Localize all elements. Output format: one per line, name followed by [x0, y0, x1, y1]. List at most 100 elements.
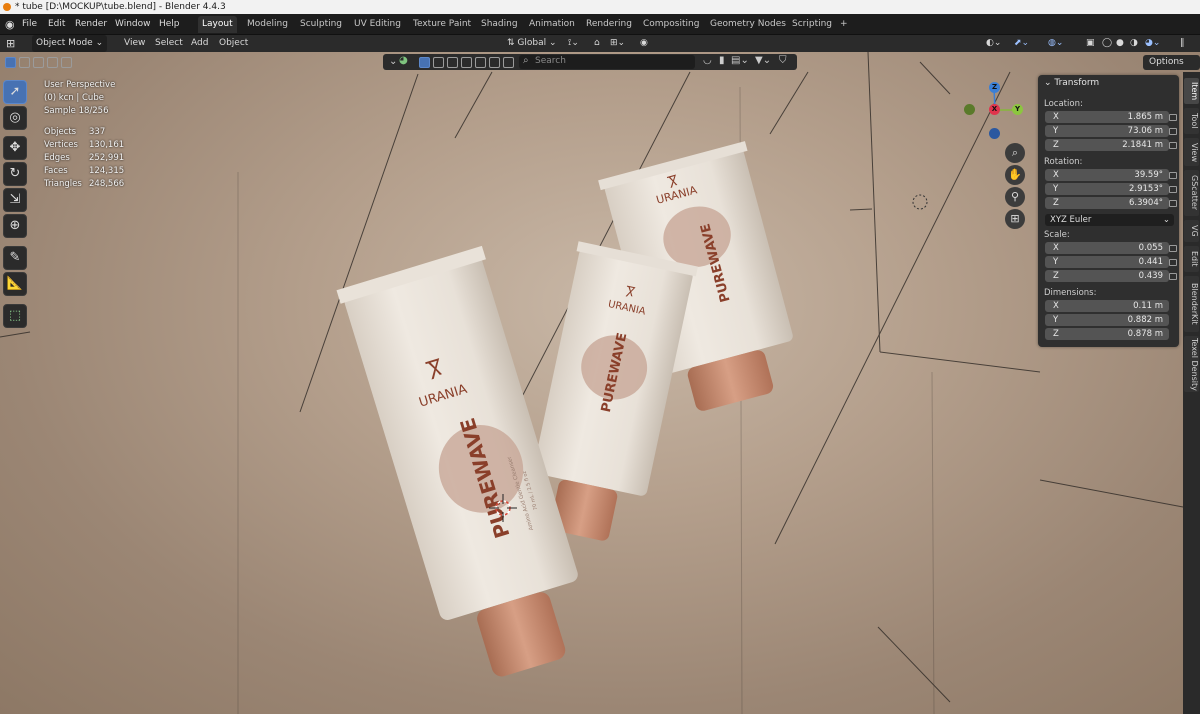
grid-view-icon[interactable]: ⊞: [1005, 209, 1025, 229]
rotate-tool-icon[interactable]: ↻: [3, 162, 27, 186]
dimensions-x-field[interactable]: X 0.11 m: [1045, 300, 1169, 312]
light-gizmo-icon[interactable]: [912, 194, 928, 210]
sidebar-tab-view[interactable]: View: [1184, 138, 1199, 166]
menu-object[interactable]: Object: [219, 35, 248, 52]
filter-other-icon[interactable]: [489, 57, 500, 68]
lock-location-x-icon[interactable]: [1169, 114, 1177, 121]
sidebar-tab-blenderkit[interactable]: BlenderKit: [1184, 276, 1199, 332]
filter-empty-icon[interactable]: [475, 57, 486, 68]
collapse-icon[interactable]: ⌄: [389, 56, 397, 67]
snap-target-icon[interactable]: ⊞⌄: [610, 35, 625, 52]
proportional-edit-icon[interactable]: ◉: [640, 35, 648, 52]
shading-material-icon[interactable]: ◑: [1130, 35, 1138, 52]
shading-rendered-icon[interactable]: ◕⌄: [1145, 35, 1160, 52]
tab-geometry-nodes[interactable]: Geometry Nodes: [706, 16, 790, 33]
search-input[interactable]: ⌕ Search: [519, 55, 695, 69]
camera-view-icon[interactable]: ⚲: [1005, 187, 1025, 207]
tab-modeling[interactable]: Modeling: [243, 16, 292, 33]
pause-render-icon[interactable]: ‖: [1180, 35, 1185, 52]
transform-tool-icon[interactable]: ⊕: [3, 214, 27, 238]
location-x-field[interactable]: X 1.865 m: [1045, 111, 1169, 123]
transform-orientation-dropdown[interactable]: ⇅ Global ⌄: [507, 35, 557, 52]
dimensions-z-field[interactable]: Z 0.878 m: [1045, 328, 1169, 340]
filter-objects-icon[interactable]: [419, 57, 430, 68]
visibility-icon[interactable]: ◐⌄: [986, 35, 1001, 52]
xray-icon[interactable]: ▣: [1086, 35, 1095, 52]
scene-icon[interactable]: ◕: [399, 55, 408, 66]
navigation-gizmo[interactable]: Z X Y: [962, 80, 1028, 146]
select-box-icon[interactable]: [5, 57, 16, 68]
tab-texture-paint[interactable]: Texture Paint: [409, 16, 475, 33]
scale-tool-icon[interactable]: ⇲: [3, 188, 27, 212]
gizmo-y-icon[interactable]: Y: [1012, 104, 1023, 115]
mode-dropdown[interactable]: Object Mode ⌄: [32, 35, 108, 52]
tab-uv-editing[interactable]: UV Editing: [350, 16, 405, 33]
snap-icon[interactable]: ⌂: [594, 35, 600, 52]
tab-compositing[interactable]: Compositing: [639, 16, 703, 33]
pivot-icon[interactable]: ⟟⌄: [568, 35, 579, 52]
blender-menu-icon[interactable]: ◉: [5, 18, 15, 31]
editor-type-icon[interactable]: ⊞: [6, 35, 15, 52]
lock-scale-x-icon[interactable]: [1169, 245, 1177, 252]
location-y-field[interactable]: Y 73.06 m: [1045, 125, 1169, 137]
tab-layout[interactable]: Layout: [198, 16, 237, 33]
gizmo-neg-y-icon[interactable]: [964, 104, 975, 115]
menu-render[interactable]: Render: [75, 14, 107, 34]
menu-view[interactable]: View: [124, 35, 145, 52]
gizmo-neg-z-icon[interactable]: [989, 128, 1000, 139]
rotation-mode-dropdown[interactable]: XYZ Euler ⌄: [1045, 214, 1174, 226]
filter-collection-icon[interactable]: [503, 57, 514, 68]
gizmo-x-icon[interactable]: X: [989, 104, 1000, 115]
select-subtract-icon[interactable]: [33, 57, 44, 68]
shield-icon[interactable]: ⛉: [779, 55, 787, 66]
tab-scripting[interactable]: Scripting: [788, 16, 836, 33]
menu-add[interactable]: Add: [191, 35, 208, 52]
shading-wireframe-icon[interactable]: ◯: [1102, 35, 1112, 52]
sidebar-tab-vg[interactable]: VG: [1184, 220, 1199, 242]
sidebar-tab-edit[interactable]: Edit: [1184, 246, 1199, 272]
menu-file[interactable]: File: [22, 14, 37, 34]
lock-location-z-icon[interactable]: [1169, 142, 1177, 149]
filter-toggle-icon[interactable]: ◡: [703, 55, 712, 66]
select-extend-icon[interactable]: [19, 57, 30, 68]
menu-window[interactable]: Window: [115, 14, 151, 34]
lock-rotation-x-icon[interactable]: [1169, 172, 1177, 179]
sidebar-tab-texel-density[interactable]: Texel Density: [1184, 336, 1199, 392]
tab-rendering[interactable]: Rendering: [582, 16, 636, 33]
select-tool-icon[interactable]: ➚: [3, 80, 27, 104]
shading-solid-icon[interactable]: ●: [1116, 35, 1124, 52]
rotation-x-field[interactable]: X 39.59°: [1045, 169, 1169, 181]
overlay-toggle-icon[interactable]: ◍⌄: [1048, 35, 1063, 52]
menu-help[interactable]: Help: [159, 14, 180, 34]
sidebar-tab-item[interactable]: Item: [1184, 78, 1199, 104]
annotate-tool-icon[interactable]: ✎: [3, 246, 27, 270]
scale-x-field[interactable]: X 0.055: [1045, 242, 1169, 254]
dimensions-y-field[interactable]: Y 0.882 m: [1045, 314, 1169, 326]
lock-rotation-z-icon[interactable]: [1169, 200, 1177, 207]
location-z-field[interactable]: Z 2.1841 m: [1045, 139, 1169, 151]
bookmark-icon[interactable]: ▮: [719, 55, 725, 66]
gizmo-toggle-icon[interactable]: ⬈⌄: [1014, 35, 1029, 52]
menu-select[interactable]: Select: [155, 35, 183, 52]
tab-shading[interactable]: Shading: [477, 16, 522, 33]
measure-tool-icon[interactable]: 📐: [3, 272, 27, 296]
gizmo-z-icon[interactable]: Z: [989, 82, 1000, 93]
filter-camera-icon[interactable]: [461, 57, 472, 68]
pan-hand-icon[interactable]: ✋: [1005, 165, 1025, 185]
scale-y-field[interactable]: Y 0.441: [1045, 256, 1169, 268]
lock-scale-y-icon[interactable]: [1169, 259, 1177, 266]
add-workspace-button[interactable]: +: [836, 16, 852, 33]
rotation-y-field[interactable]: Y 2.9153°: [1045, 183, 1169, 195]
menu-edit[interactable]: Edit: [48, 14, 65, 34]
zoom-icon[interactable]: ⌕: [1005, 143, 1025, 163]
lock-rotation-y-icon[interactable]: [1169, 186, 1177, 193]
select-invert-icon[interactable]: [47, 57, 58, 68]
transform-panel-header[interactable]: ⌄ Transform: [1044, 78, 1099, 88]
options-dropdown[interactable]: Options ⌄: [1143, 55, 1200, 82]
scale-z-field[interactable]: Z 0.439: [1045, 270, 1169, 282]
add-cube-tool-icon[interactable]: ⬚: [3, 304, 27, 328]
filter-funnel-icon[interactable]: ▼⌄: [755, 55, 771, 66]
filter-light-icon[interactable]: [447, 57, 458, 68]
move-tool-icon[interactable]: ✥: [3, 136, 27, 160]
sidebar-tab-tool[interactable]: Tool: [1184, 108, 1199, 134]
